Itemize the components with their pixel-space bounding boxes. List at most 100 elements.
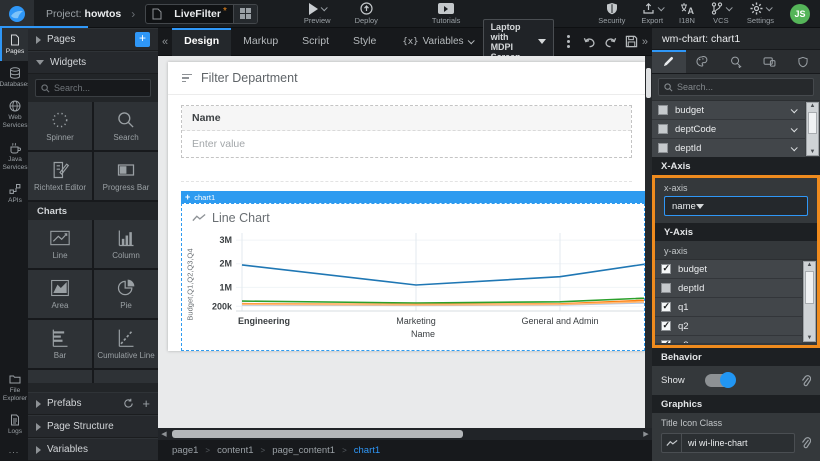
- tab-style[interactable]: Style: [341, 28, 388, 56]
- tutorials-button[interactable]: Tutorials: [432, 2, 460, 25]
- y-axis-section-header[interactable]: Y-Axis: [655, 223, 817, 241]
- rail-item-file-explorer[interactable]: File Explorer: [0, 367, 28, 408]
- chart-widget[interactable]: + chart1 Line Chart Budget,Q1,Q2,Q3,Q4 2…: [181, 191, 645, 351]
- title-icon-class-input[interactable]: wi wi-line-chart: [661, 433, 795, 453]
- variables-dropdown[interactable]: {x} Variables: [402, 36, 472, 47]
- fields-list-scrollbar[interactable]: ▲▼: [806, 102, 819, 156]
- yaxis-row-q2[interactable]: q2: [655, 317, 802, 336]
- field-row-budget[interactable]: budget: [652, 101, 805, 120]
- refresh-icon[interactable]: [123, 398, 134, 409]
- chart-tile-column[interactable]: Column: [94, 220, 158, 268]
- i18n-button[interactable]: A I18N: [679, 2, 695, 25]
- redo-button[interactable]: [604, 36, 617, 48]
- chart-tile-line[interactable]: Line: [28, 220, 92, 268]
- chevron-down-icon[interactable]: [791, 125, 798, 132]
- yaxis-row-budget[interactable]: budget: [655, 260, 802, 279]
- property-search-input[interactable]: Search...: [658, 78, 814, 96]
- filter-field-widget[interactable]: Name Enter value: [181, 105, 632, 158]
- x-axis-section-header[interactable]: X-Axis: [652, 157, 820, 175]
- scroll-right-arrow[interactable]: ▶: [640, 430, 652, 438]
- rail-item-apis[interactable]: APIs: [0, 177, 28, 210]
- more-options-button[interactable]: [562, 35, 575, 48]
- checkbox[interactable]: [658, 143, 668, 153]
- settings-button[interactable]: Settings: [747, 2, 774, 25]
- hscroll-thumb[interactable]: [172, 430, 463, 438]
- yaxis-row-q3[interactable]: q3: [655, 336, 802, 343]
- security-button[interactable]: Security: [598, 2, 625, 25]
- chart-tile-clipped[interactable]: [94, 370, 158, 383]
- show-toggle[interactable]: [705, 374, 735, 387]
- tab-events[interactable]: [719, 50, 753, 73]
- add-page-button[interactable]: +: [135, 32, 150, 47]
- chart-tile-area[interactable]: Area: [28, 270, 92, 318]
- chart-tile-bar[interactable]: Bar: [28, 320, 92, 368]
- rail-more-button[interactable]: ...: [0, 441, 28, 461]
- prefabs-section-header[interactable]: Prefabs +: [28, 392, 158, 415]
- scroll-left-arrow[interactable]: ◀: [158, 430, 170, 438]
- rail-item-web-services[interactable]: Web Services: [0, 94, 28, 135]
- filter-panel-header[interactable]: Filter Department: [168, 62, 645, 95]
- widget-add-icon[interactable]: +: [185, 192, 190, 202]
- vcs-button[interactable]: VCS: [711, 2, 731, 25]
- yaxis-list-scrollbar[interactable]: ▲▼: [803, 261, 816, 342]
- breadcrumb-page-content1[interactable]: page_content1: [272, 445, 335, 456]
- checkbox[interactable]: [661, 321, 671, 331]
- pages-grid-icon[interactable]: [233, 5, 257, 23]
- save-button[interactable]: [625, 35, 638, 48]
- page-structure-section-header[interactable]: Page Structure: [28, 415, 158, 438]
- yaxis-row-deptid[interactable]: deptId: [655, 279, 802, 298]
- widget-tile-search[interactable]: Search: [94, 102, 158, 150]
- widget-tile-richtext-editor[interactable]: Richtext Editor: [28, 152, 92, 200]
- pages-section-header[interactable]: Pages +: [28, 28, 158, 51]
- tab-properties[interactable]: [652, 50, 686, 73]
- chart-tile-clipped[interactable]: [28, 370, 92, 383]
- design-canvas[interactable]: Filter Department Name Enter value + cha…: [158, 56, 652, 428]
- tab-security[interactable]: [786, 50, 820, 73]
- collapse-left-icon[interactable]: «: [158, 36, 172, 48]
- checkbox[interactable]: [661, 302, 671, 312]
- rail-item-java-services[interactable]: Java Services: [0, 136, 28, 177]
- chart-tile-pie[interactable]: Pie: [94, 270, 158, 318]
- add-prefab-button[interactable]: +: [142, 396, 150, 411]
- collapse-right-icon[interactable]: »: [638, 36, 652, 48]
- field-row-deptid[interactable]: deptId: [652, 139, 805, 157]
- tab-devices[interactable]: [753, 50, 787, 73]
- wavemaker-logo[interactable]: [0, 0, 34, 28]
- rail-item-logs[interactable]: Logs: [0, 408, 28, 441]
- chart-tile-cumulative-line[interactable]: Cumulative Line: [94, 320, 158, 368]
- yaxis-row-q1[interactable]: q1: [655, 298, 802, 317]
- user-avatar[interactable]: JS: [790, 4, 810, 24]
- selected-widget-bar[interactable]: + chart1: [181, 191, 645, 203]
- checkbox[interactable]: [658, 105, 668, 115]
- field-input[interactable]: Enter value: [182, 131, 631, 157]
- deploy-button[interactable]: Deploy: [355, 2, 378, 25]
- breadcrumb-chart1[interactable]: chart1: [354, 445, 380, 456]
- checkbox[interactable]: [658, 124, 668, 134]
- chevron-down-icon[interactable]: [791, 106, 798, 113]
- breadcrumb-page1[interactable]: page1: [172, 445, 198, 456]
- bind-property-icon[interactable]: [801, 375, 811, 387]
- tab-design[interactable]: Design: [172, 28, 231, 56]
- graphics-section-header[interactable]: Graphics: [652, 395, 820, 413]
- checkbox[interactable]: [661, 340, 671, 343]
- export-button[interactable]: Export: [641, 2, 663, 25]
- tab-markup[interactable]: Markup: [231, 28, 290, 56]
- checkbox[interactable]: [661, 283, 671, 293]
- widgets-section-header[interactable]: Widgets: [28, 51, 158, 74]
- preview-button[interactable]: Preview: [304, 2, 331, 25]
- bind-property-icon[interactable]: [801, 437, 811, 449]
- widget-tile-progress-bar[interactable]: Progress Bar: [94, 152, 158, 200]
- widget-search-input[interactable]: Search...: [35, 79, 151, 97]
- rail-item-pages[interactable]: Pages: [0, 28, 28, 61]
- tab-styles[interactable]: [686, 50, 720, 73]
- undo-button[interactable]: [583, 36, 596, 48]
- canvas-horizontal-scrollbar[interactable]: ◀ ▶: [158, 428, 652, 440]
- x-axis-select[interactable]: name: [664, 196, 808, 216]
- tab-script[interactable]: Script: [290, 28, 341, 56]
- rail-item-databases[interactable]: Databases: [0, 61, 28, 94]
- page-tab-livefilter[interactable]: LiveFilter*: [145, 4, 258, 24]
- variables-section-header[interactable]: Variables: [28, 438, 158, 461]
- checkbox[interactable]: [661, 264, 671, 274]
- behavior-section-header[interactable]: Behavior: [652, 348, 820, 366]
- field-row-deptcode[interactable]: deptCode: [652, 120, 805, 139]
